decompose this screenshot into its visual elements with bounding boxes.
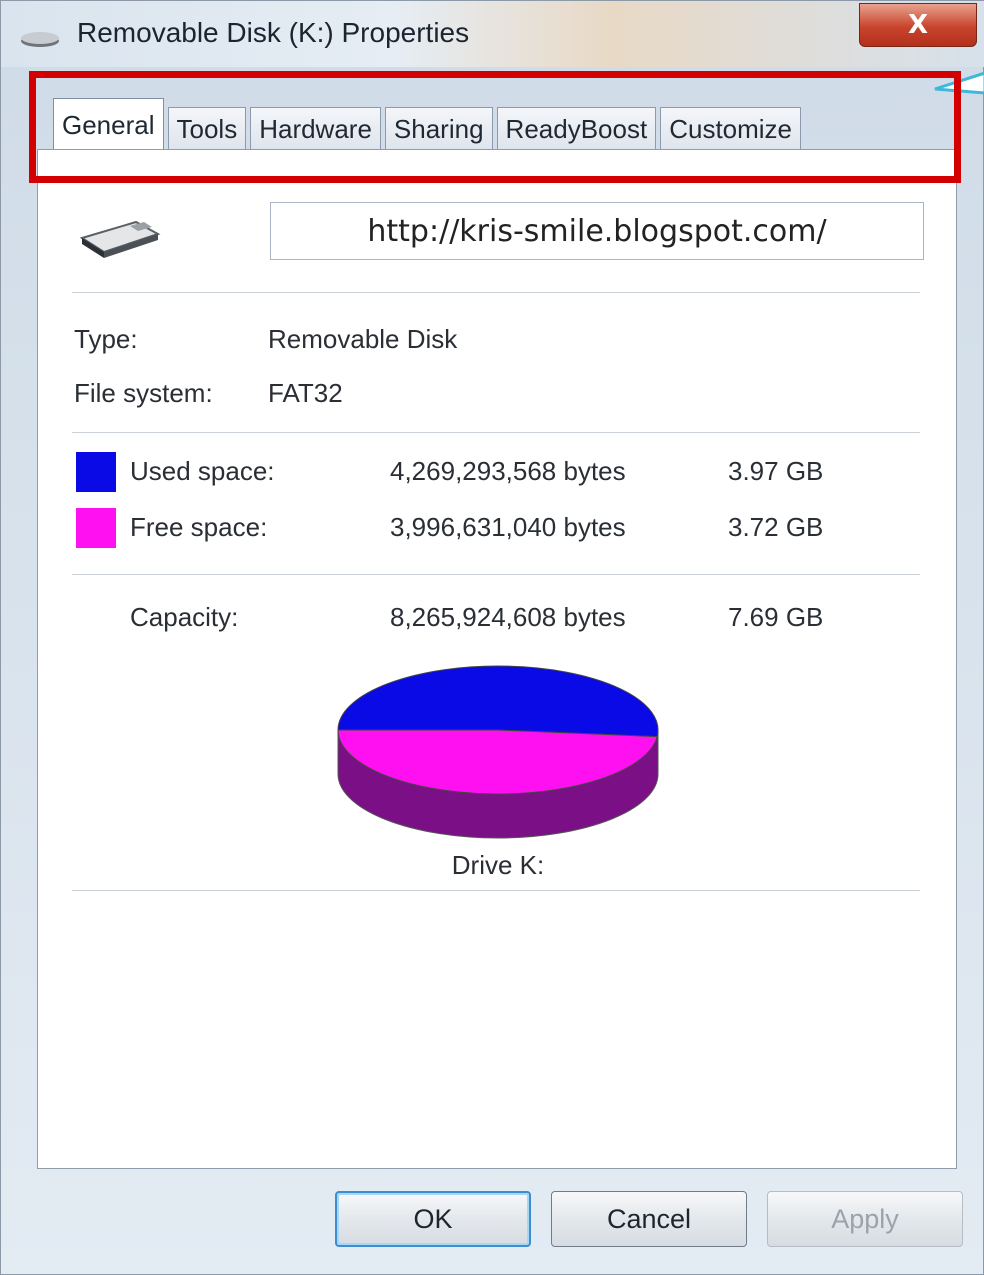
used-space-size: 3.97 GB [728, 456, 824, 486]
capacity-size: 7.69 GB [728, 602, 824, 632]
free-space-size: 3.72 GB [728, 512, 824, 542]
tab-customize[interactable]: Customize [660, 107, 802, 151]
apply-button[interactable]: Apply [767, 1191, 963, 1247]
disk-usage-pie-chart [337, 665, 659, 839]
tab-label: Tools [176, 114, 238, 144]
free-space-label: Free space: [130, 512, 268, 542]
cancel-button[interactable]: Cancel [551, 1191, 747, 1247]
type-label: Type: [74, 324, 138, 354]
cancel-button-label: Cancel [606, 1203, 692, 1234]
properties-window: Removable Disk (K:) Properties X General… [0, 0, 984, 1275]
used-space-bytes: 4,269,293,568 bytes [390, 456, 626, 486]
ok-button-label: OK [413, 1203, 453, 1234]
callout-pointer-icon [934, 71, 984, 95]
free-space-swatch [76, 508, 116, 548]
tab-label: ReadyBoost [505, 114, 648, 144]
volume-name-input[interactable]: http://kris-smile.blogspot.com/ [270, 202, 924, 260]
close-icon: X [907, 10, 929, 40]
drive-icon [21, 32, 59, 47]
close-button[interactable]: X [859, 3, 977, 47]
tab-hardware[interactable]: Hardware [250, 107, 381, 151]
tab-label: Sharing [393, 114, 484, 144]
tab-label: Hardware [259, 114, 372, 144]
tab-bar: General Tools Hardware Sharing ReadyBoos… [53, 95, 805, 152]
capacity-bytes: 8,265,924,608 bytes [390, 602, 626, 632]
ok-button[interactable]: OK [335, 1191, 531, 1247]
file-system-value: FAT32 [268, 378, 343, 408]
drive-label: Drive K: [451, 850, 545, 880]
title-bar[interactable]: Removable Disk (K:) Properties X [1, 1, 984, 67]
tab-general[interactable]: General [53, 98, 164, 152]
tab-label: General [62, 110, 155, 140]
usb-drive-icon [79, 220, 161, 258]
free-space-bytes: 3,996,631,040 bytes [390, 512, 626, 542]
apply-button-label: Apply [831, 1203, 899, 1234]
type-value: Removable Disk [268, 324, 458, 354]
used-space-label: Used space: [130, 456, 275, 486]
tab-readyboost[interactable]: ReadyBoost [496, 107, 657, 151]
divider [72, 292, 920, 294]
tab-sharing[interactable]: Sharing [384, 107, 493, 151]
tab-tools[interactable]: Tools [167, 107, 247, 151]
window-title: Removable Disk (K:) Properties [77, 17, 470, 48]
divider [72, 574, 920, 576]
divider [72, 890, 920, 892]
pie-slice-used [337, 665, 659, 738]
divider [72, 432, 920, 434]
capacity-label: Capacity: [130, 602, 239, 632]
used-space-swatch [76, 452, 116, 492]
general-tab-panel: http://kris-smile.blogspot.com/ Type: Re… [37, 149, 957, 1169]
tab-label: Customize [669, 114, 793, 144]
file-system-label: File system: [74, 378, 213, 408]
